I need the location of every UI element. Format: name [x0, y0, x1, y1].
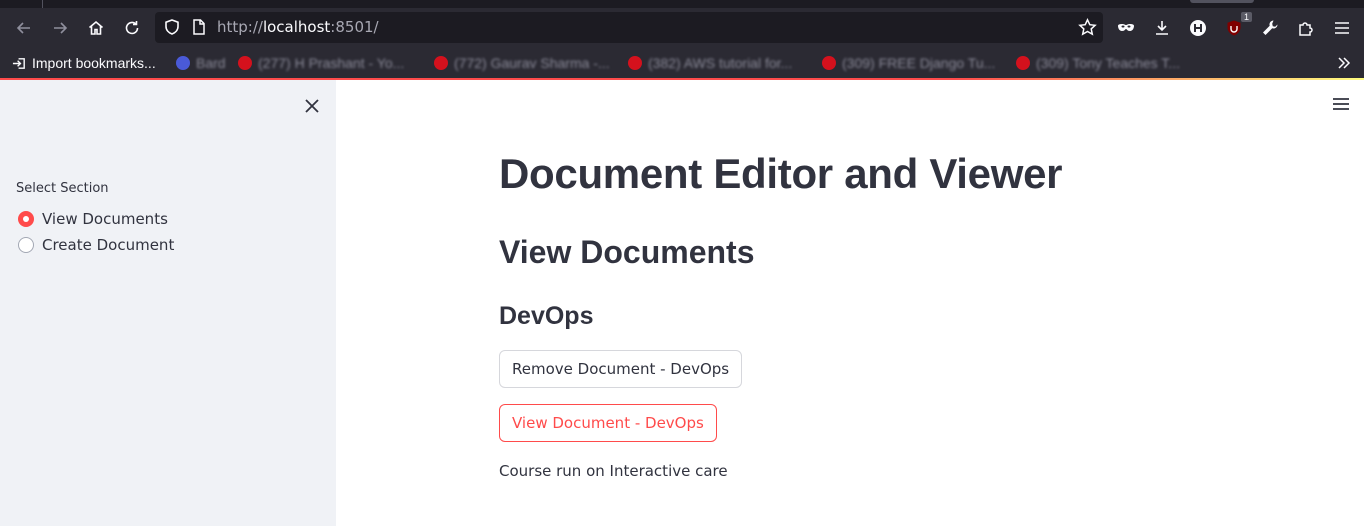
- arrow-left-icon: [16, 22, 30, 34]
- radio-selected-icon[interactable]: [18, 211, 34, 227]
- main-content: Document Editor and Viewer View Document…: [336, 80, 1364, 526]
- bookmark-item[interactable]: Bard: [176, 48, 226, 78]
- bookmark-favicon-icon: [176, 56, 190, 70]
- bookmark-label: (772) Gaurav Sharma -...: [454, 55, 610, 71]
- extension-h-button[interactable]: [1184, 14, 1212, 42]
- arrow-right-icon: [54, 22, 68, 34]
- bookmark-item[interactable]: (772) Gaurav Sharma -...: [434, 48, 610, 78]
- sidebar: Select Section View Documents Create Doc…: [0, 80, 336, 526]
- bookmarks-overflow-button[interactable]: [1336, 48, 1352, 78]
- mask-icon: [1118, 24, 1134, 31]
- navigation-toolbar: http://localhost:8501/ 1: [0, 8, 1364, 48]
- home-button[interactable]: [82, 14, 110, 42]
- section-select-label: Select Section: [16, 181, 109, 196]
- radio-view-documents[interactable]: View Documents: [18, 209, 168, 229]
- bookmark-item[interactable]: (382) AWS tutorial for...: [628, 48, 792, 78]
- page-icon[interactable]: [190, 18, 208, 36]
- hamburger-menu-icon[interactable]: [1332, 96, 1350, 112]
- app-menu-button[interactable]: [1328, 14, 1356, 42]
- bookmark-label: (277) H Prashant - Yo...: [258, 55, 405, 71]
- bookmark-label: (309) Tony Teaches T...: [1036, 55, 1180, 71]
- bookmark-item[interactable]: (309) Tony Teaches T...: [1016, 48, 1194, 78]
- menu-icon: [1335, 22, 1349, 34]
- downloads-button[interactable]: [1148, 14, 1176, 42]
- ublock-extension-button[interactable]: 1: [1220, 12, 1252, 42]
- wrench-icon: [1263, 20, 1278, 35]
- close-sidebar-icon[interactable]: [302, 96, 322, 116]
- bookmark-item[interactable]: (277) H Prashant - Yo...: [238, 48, 404, 78]
- h-extension-icon: [1190, 20, 1206, 36]
- youtube-icon: [822, 56, 836, 70]
- forward-button[interactable]: [46, 14, 74, 42]
- browser-chrome: http://localhost:8501/ 1 Import bookmark…: [0, 0, 1364, 80]
- home-icon: [88, 20, 104, 35]
- ublock-shield-icon: [1227, 20, 1241, 36]
- tab-indicator[interactable]: [1190, 0, 1254, 3]
- bookmarks-toolbar: Import bookmarks... Bard (277) H Prashan…: [0, 48, 1364, 78]
- url-host: localhost: [262, 18, 331, 36]
- radio-create-document[interactable]: Create Document: [18, 235, 174, 255]
- bookmark-import[interactable]: Import bookmarks...: [12, 48, 156, 78]
- url-scheme: http://: [217, 18, 263, 36]
- url-port-path: :8501/: [330, 18, 379, 36]
- youtube-icon: [434, 56, 448, 70]
- import-icon: [12, 57, 25, 69]
- bookmark-item[interactable]: (309) FREE Django Tu...: [822, 48, 995, 78]
- bookmark-label: Bard: [196, 55, 226, 71]
- bookmark-label: (382) AWS tutorial for...: [648, 55, 793, 71]
- url-bar[interactable]: http://localhost:8501/: [155, 12, 1103, 43]
- reload-icon: [125, 21, 139, 35]
- document-description: Course run on Interactive care: [499, 462, 728, 480]
- radio-label: View Documents: [42, 210, 168, 228]
- page-title: Document Editor and Viewer: [499, 150, 1063, 197]
- radio-unselected-icon[interactable]: [18, 237, 34, 253]
- section-heading: View Documents: [499, 234, 755, 270]
- youtube-icon: [1016, 56, 1030, 70]
- tab-strip: [0, 0, 1364, 8]
- tools-button[interactable]: [1256, 14, 1284, 42]
- back-button[interactable]: [10, 14, 38, 42]
- remove-document-button[interactable]: Remove Document - DevOps: [499, 350, 743, 388]
- tab-divider: [42, 0, 43, 8]
- radio-label: Create Document: [42, 236, 175, 254]
- puzzle-icon: [1299, 22, 1313, 36]
- bookmark-label: Import bookmarks...: [32, 55, 156, 71]
- download-icon: [1156, 21, 1168, 35]
- url-text[interactable]: http://localhost:8501/: [217, 12, 379, 43]
- private-browsing-button[interactable]: [1112, 14, 1140, 42]
- extensions-button[interactable]: [1292, 14, 1320, 42]
- double-chevron-right-icon: [1338, 57, 1351, 69]
- bookmark-label: (309) FREE Django Tu...: [842, 55, 996, 71]
- youtube-icon: [238, 56, 252, 70]
- youtube-icon: [628, 56, 642, 70]
- shield-icon[interactable]: [163, 18, 181, 36]
- view-document-button[interactable]: View Document - DevOps: [499, 404, 717, 442]
- extension-badge: 1: [1240, 12, 1252, 22]
- reload-button[interactable]: [118, 14, 146, 42]
- document-heading: DevOps: [499, 302, 594, 330]
- bookmark-star-icon[interactable]: [1078, 18, 1097, 37]
